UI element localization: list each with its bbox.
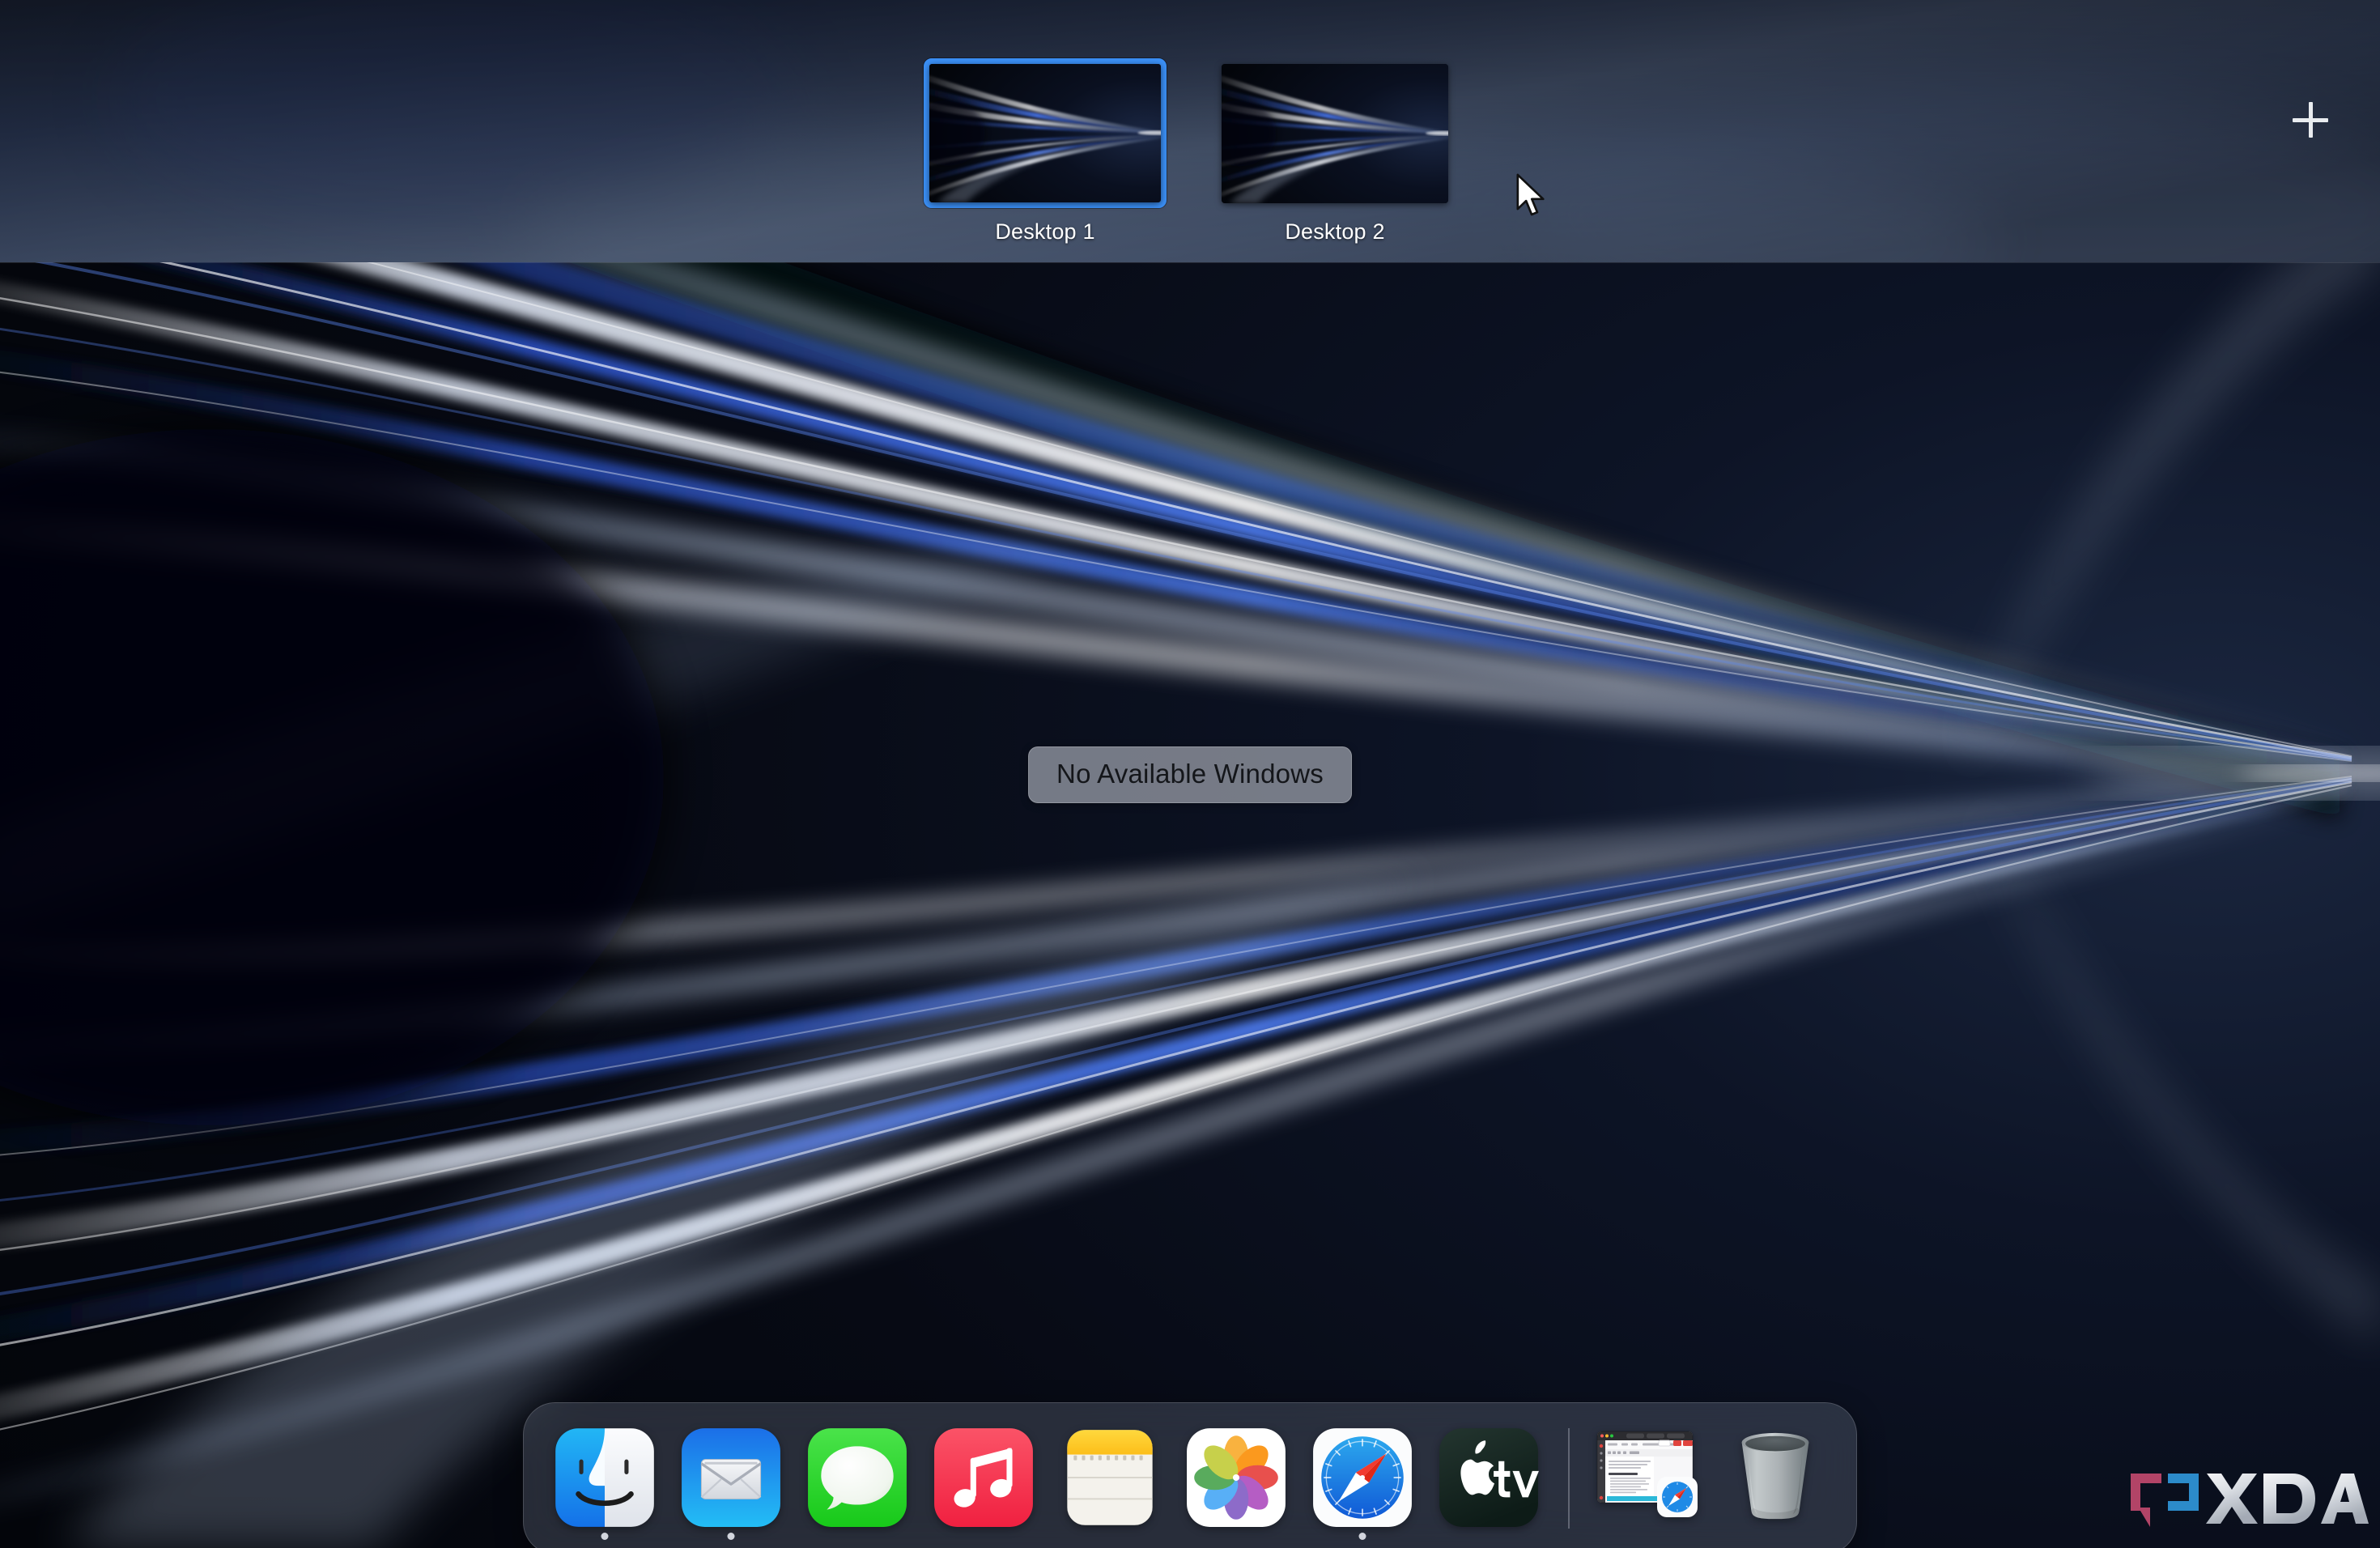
mission-control-screen: Desktop 1 <box>0 0 2380 1548</box>
dock-item-trash[interactable] <box>1712 1415 1838 1542</box>
no-available-windows-badge: No Available Windows <box>1028 746 1352 803</box>
trash-icon <box>1724 1425 1826 1527</box>
space-tile-desktop-1[interactable]: Desktop 1 <box>924 58 1167 245</box>
desktop-thumbnail <box>1222 64 1448 203</box>
desktop-thumbnail <box>929 64 1161 202</box>
space-label: Desktop 1 <box>995 219 1094 245</box>
music-icon <box>931 1425 1036 1530</box>
messages-icon <box>805 1425 910 1530</box>
dock-item-notes[interactable] <box>1047 1415 1173 1542</box>
space-tile-desktop-2[interactable]: Desktop 2 <box>1213 58 1456 245</box>
dock-item-finder[interactable] <box>542 1415 668 1542</box>
mail-icon <box>678 1425 784 1530</box>
dock-item-music[interactable] <box>920 1415 1047 1542</box>
finder-icon <box>552 1425 657 1530</box>
dock-item-apple-tv[interactable] <box>1426 1415 1552 1542</box>
xda-watermark <box>2126 1469 2369 1532</box>
mission-control-spaces-bar: Desktop 1 <box>0 0 2380 263</box>
running-indicator <box>728 1533 735 1540</box>
running-indicator <box>601 1533 609 1540</box>
dock-item-minimized-window[interactable] <box>1586 1415 1712 1542</box>
notes-icon <box>1057 1425 1162 1530</box>
dock <box>523 1402 1857 1548</box>
dock-item-messages[interactable] <box>794 1415 920 1542</box>
photos-icon <box>1184 1425 1289 1530</box>
dock-item-photos[interactable] <box>1173 1415 1299 1542</box>
dock-item-safari[interactable] <box>1299 1415 1426 1542</box>
plus-icon-vertical <box>2309 102 2313 138</box>
dock-item-mail[interactable] <box>668 1415 794 1542</box>
space-thumbnail-frame-desktop-1[interactable] <box>924 58 1167 208</box>
dock-separator <box>1568 1428 1570 1529</box>
appletv-icon <box>1436 1425 1541 1530</box>
space-label: Desktop 2 <box>1285 219 1384 245</box>
safari-icon <box>1310 1425 1415 1530</box>
spaces-list: Desktop 1 <box>0 0 2380 263</box>
space-thumbnail-frame-desktop-2[interactable] <box>1213 58 1456 208</box>
add-desktop-button[interactable] <box>2283 92 2338 147</box>
minimized-window-thumbnail <box>1594 1427 1704 1524</box>
running-indicator <box>1359 1533 1366 1540</box>
